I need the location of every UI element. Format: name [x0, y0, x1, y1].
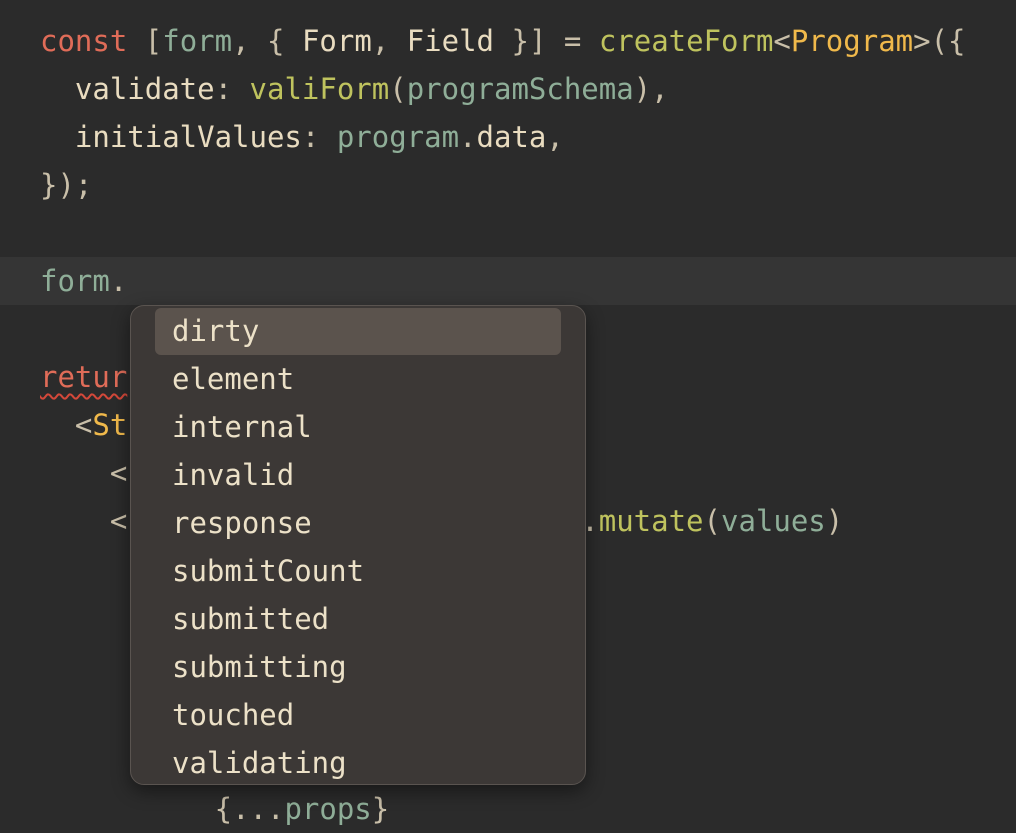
- code-token: [: [144, 24, 163, 58]
- code-token: });: [40, 168, 93, 202]
- completion-item-response[interactable]: response: [155, 500, 561, 547]
- code-token: program: [336, 120, 460, 154]
- code-token: :: [214, 72, 250, 106]
- code-line[interactable]: });: [0, 161, 1016, 209]
- completion-item-internal[interactable]: internal: [155, 404, 561, 451]
- code-token: Program: [790, 24, 914, 58]
- code-token: <: [773, 24, 791, 58]
- autocomplete-popup[interactable]: dirty element internal invalid response submi…: [130, 305, 586, 785]
- code-token: ,: [232, 24, 268, 58]
- code-line[interactable]: validate: valiForm(programSchema),: [0, 65, 1016, 113]
- code-token: valiForm: [249, 72, 390, 106]
- code-line[interactable]: {...props}: [0, 785, 1016, 833]
- code-text: {...props}: [40, 785, 390, 833]
- code-line-current[interactable]: form.: [0, 257, 1016, 305]
- completion-item-invalid[interactable]: invalid: [155, 452, 561, 499]
- code-token: {: [267, 24, 285, 58]
- code-token: form: [40, 264, 110, 298]
- completion-item-submitted[interactable]: submitted: [155, 596, 561, 643]
- code-token: Field: [406, 24, 495, 58]
- code-token: data: [476, 120, 547, 154]
- code-token: ),: [633, 72, 669, 106]
- code-line[interactable]: const [form, { Form, Field }] = createFo…: [0, 17, 1016, 65]
- code-token: =: [546, 24, 599, 58]
- code-token: ,: [371, 24, 407, 58]
- completion-item-submitting[interactable]: submitting: [155, 644, 561, 691]
- code-text: <St: [40, 401, 127, 449]
- completion-item-validating[interactable]: validating: [155, 740, 561, 784]
- completion-item-submitcount[interactable]: submitCount: [155, 548, 561, 595]
- code-token: programSchema: [406, 72, 634, 106]
- code-token: initialValues: [40, 120, 302, 154]
- code-token: .: [109, 264, 128, 298]
- code-text: initialValues: program.data,: [40, 113, 564, 161]
- code-text: retur: [40, 353, 127, 401]
- code-token: form: [162, 24, 233, 58]
- code-text: });: [40, 161, 92, 209]
- code-text: const [form, { Form, Field }] = createFo…: [40, 17, 966, 65]
- code-token: {: [214, 792, 233, 826]
- completion-item-dirty[interactable]: dirty: [155, 308, 561, 355]
- code-text: validate: valiForm(programSchema),: [40, 65, 669, 113]
- code-token: validate: [40, 72, 215, 106]
- code-token: values: [720, 504, 826, 538]
- code-line[interactable]: initialValues: program.data,: [0, 113, 1016, 161]
- code-token: <: [40, 504, 128, 538]
- code-token: props: [284, 792, 372, 826]
- code-token: retur: [40, 360, 128, 394]
- code-token: <: [40, 408, 93, 442]
- code-token: createForm: [598, 24, 774, 58]
- completion-item-element[interactable]: element: [155, 356, 561, 403]
- code-token: (: [389, 72, 407, 106]
- code-token: }]: [511, 24, 547, 58]
- code-token: mutate: [598, 504, 704, 538]
- code-token: St: [92, 408, 128, 442]
- code-line[interactable]: [0, 209, 1016, 257]
- code-text: form.: [40, 257, 127, 305]
- code-token: .: [459, 120, 477, 154]
- code-token: const: [40, 24, 128, 58]
- code-token: <: [40, 456, 128, 490]
- code-token: }: [371, 792, 390, 826]
- code-token: >({: [913, 24, 966, 58]
- code-token: ): [825, 504, 844, 538]
- code-token: Form: [284, 24, 372, 58]
- code-token: :: [301, 120, 337, 154]
- completion-item-touched[interactable]: touched: [155, 692, 561, 739]
- code-token: (: [703, 504, 721, 538]
- code-token: ,: [546, 120, 564, 154]
- code-token: ...: [232, 792, 285, 826]
